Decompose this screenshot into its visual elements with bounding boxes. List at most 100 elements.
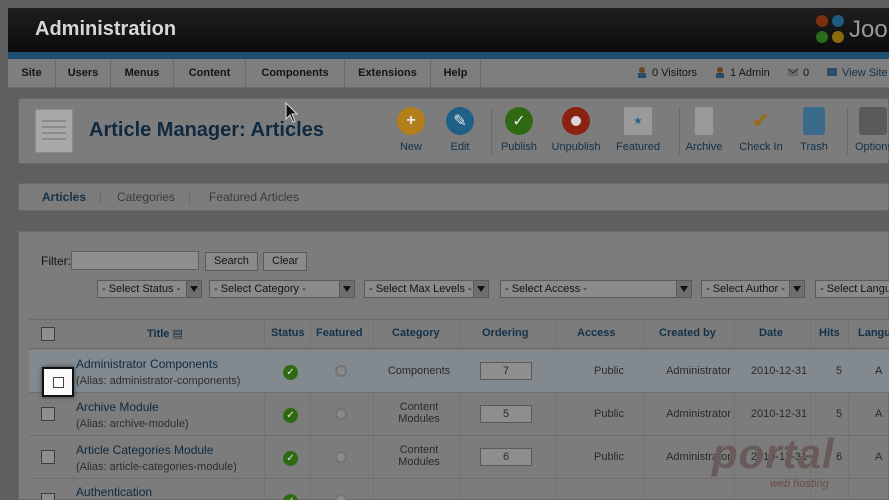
not-featured-icon[interactable] (335, 494, 347, 500)
main-menu: Site Users Menus Content Components Exte… (8, 59, 889, 88)
menu-users[interactable]: Users (56, 59, 111, 88)
archive-label: Archive (685, 141, 723, 153)
checkin-icon: ✔ (751, 108, 771, 133)
options-label: Options (855, 141, 889, 153)
col-access[interactable]: Access (577, 327, 616, 339)
options-icon (859, 107, 887, 135)
checkin-button[interactable]: ✔ Check In (731, 107, 791, 153)
menu-help[interactable]: Help (431, 59, 481, 88)
chevron-down-icon (186, 281, 201, 297)
article-category: Content Modules (398, 401, 440, 425)
clear-button[interactable]: Clear (263, 252, 308, 271)
select-category[interactable]: - Select Category - (209, 280, 355, 298)
not-featured-icon[interactable] (335, 451, 347, 463)
not-featured-icon[interactable] (335, 365, 347, 377)
watermark-main: portal (712, 430, 835, 477)
menu-site[interactable]: Site (8, 59, 56, 88)
row-checkbox[interactable] (41, 407, 55, 421)
article-language: A (875, 451, 883, 463)
article-language: A (875, 365, 883, 377)
menu-menus[interactable]: Menus (111, 59, 174, 88)
messages-icon (787, 61, 799, 76)
col-created-by[interactable]: Created by (659, 327, 716, 339)
published-icon[interactable]: ✓ (283, 408, 298, 423)
filter-input[interactable] (71, 251, 199, 270)
logo-text: Joo (849, 16, 888, 43)
search-button[interactable]: Search (205, 252, 258, 271)
select-max-levels[interactable]: - Select Max Levels - (364, 280, 489, 298)
select-status[interactable]: - Select Status - (97, 280, 202, 298)
article-title-link[interactable]: Archive Module (76, 400, 159, 414)
col-status[interactable]: Status (271, 327, 305, 339)
options-button[interactable]: Options (845, 107, 889, 153)
not-featured-icon[interactable] (335, 408, 347, 420)
check-icon: ✓ (505, 107, 533, 135)
admin-icon (714, 61, 726, 78)
featured-button[interactable]: ★ Featured (608, 107, 668, 153)
menu-components[interactable]: Components (246, 59, 345, 88)
article-author[interactable]: Administrator (653, 408, 744, 420)
row-checkbox[interactable] (41, 450, 55, 464)
chevron-down-icon (473, 281, 488, 297)
col-language[interactable]: Langu (858, 327, 889, 339)
highlighted-row-checkbox[interactable] (42, 367, 74, 397)
tab-articles[interactable]: Articles (42, 190, 102, 204)
unpublish-button[interactable]: Unpublish (546, 107, 606, 153)
messages-count: 0 (803, 67, 810, 79)
view-site-link[interactable]: View Site (826, 59, 888, 88)
header-title: Administration (35, 18, 177, 40)
article-category: Content Modules (398, 444, 440, 468)
checkbox-box (53, 377, 64, 388)
toolbar: Article Manager: Articles + New ✎ Edit ✓… (18, 98, 889, 164)
ordering-input[interactable]: 5 (480, 405, 532, 423)
article-hits: 5 (835, 408, 843, 420)
trash-button[interactable]: Trash (784, 107, 844, 153)
publish-label: Publish (500, 141, 538, 153)
tab-featured-articles[interactable]: Featured Articles (209, 190, 313, 204)
col-featured[interactable]: Featured (316, 327, 362, 339)
plus-icon: + (397, 107, 425, 135)
publish-button[interactable]: ✓ Publish (489, 107, 549, 153)
table-row: Administrator Components (Alias: adminis… (29, 350, 889, 393)
published-icon[interactable]: ✓ (283, 365, 298, 380)
col-title[interactable]: Title ▤ (147, 327, 183, 340)
trash-label: Trash (800, 141, 828, 153)
new-label: New (399, 141, 422, 153)
ordering-input[interactable]: 6 (480, 448, 532, 466)
article-category: Components (387, 365, 451, 377)
chevron-down-icon (339, 281, 354, 297)
published-icon[interactable]: ✓ (283, 451, 298, 466)
stop-icon (562, 107, 590, 135)
article-hits: 5 (835, 365, 843, 377)
archive-icon (695, 107, 713, 135)
article-date: 2010-12-31 (750, 365, 808, 377)
menu-content[interactable]: Content (174, 59, 246, 88)
col-category[interactable]: Category (392, 327, 440, 339)
article-title-link[interactable]: Article Categories Module (76, 443, 213, 457)
col-date[interactable]: Date (759, 327, 783, 339)
tab-categories[interactable]: Categories (117, 190, 191, 204)
col-hits[interactable]: Hits (819, 327, 840, 339)
view-site-icon (826, 61, 838, 76)
article-date: 2010-12-31 (750, 408, 808, 420)
select-author[interactable]: - Select Author - (701, 280, 805, 298)
edit-button[interactable]: ✎ Edit (430, 107, 490, 153)
archive-button[interactable]: Archive (674, 107, 734, 153)
article-title-link[interactable]: Authentication (76, 485, 152, 499)
col-ordering[interactable]: Ordering (482, 327, 528, 339)
chevron-down-icon (789, 281, 804, 297)
select-language[interactable]: - Select Langu (815, 280, 889, 298)
select-all-checkbox[interactable] (41, 327, 55, 341)
sort-icon: ▤ (172, 328, 183, 340)
article-title-link[interactable]: Administrator Components (76, 357, 218, 371)
row-checkbox[interactable] (41, 493, 55, 500)
menu-extensions[interactable]: Extensions (345, 59, 431, 88)
select-access[interactable]: - Select Access - (500, 280, 692, 298)
select-max-levels-value: - Select Max Levels - (369, 283, 472, 295)
admin-header: Administration Joo (8, 8, 889, 52)
ordering-input[interactable]: 7 (480, 362, 532, 380)
featured-label: Featured (615, 141, 661, 153)
article-manager-icon (35, 109, 73, 153)
published-icon[interactable]: ✓ (283, 494, 298, 500)
article-author[interactable]: Administrator (653, 365, 744, 377)
